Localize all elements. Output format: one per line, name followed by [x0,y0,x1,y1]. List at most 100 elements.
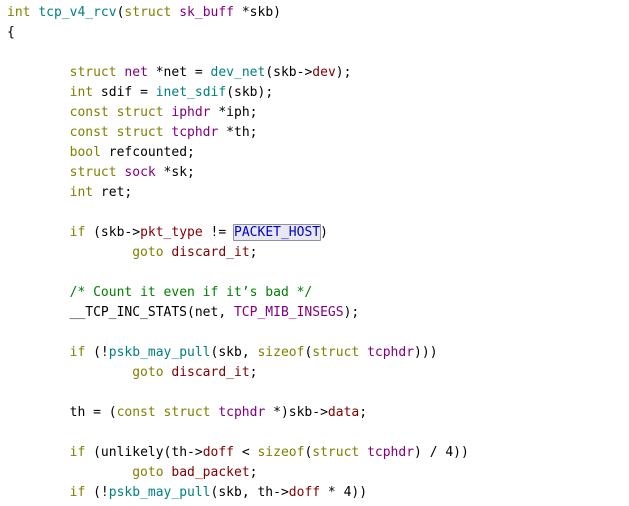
code-line[interactable]: const struct iphdr *iph; [7,103,469,123]
code-token-plain: (skb); [226,85,274,100]
code-token-plain: (skb, th-> [210,485,289,500]
code-token-member: pkt_type [140,225,203,240]
code-token-member: data [327,405,360,420]
code-token-plain: (skb-> [85,225,141,240]
code-token-plain: != [202,225,235,240]
code-viewer[interactable]: int tcp_v4_rcv(struct sk_buff *skb) { ​ st… [0,0,629,506]
code-token-function: pskb_may_pull [108,485,211,500]
code-line[interactable]: ​ [7,43,469,63]
code-token-label: discard_it [171,365,250,380]
code-token-keyword: int [69,185,94,200]
code-token-plain: *)skb-> [265,405,328,420]
code-token-keyword: sizeof [257,445,305,460]
code-token-plain: ; [249,245,258,260]
code-token-plain: *skb) [234,5,281,20]
code-token-type: sock [124,165,156,180]
code-token-plain: __TCP_INC_STATS(net, [7,305,234,320]
code-token-member: doff [288,485,321,500]
code-line[interactable]: if (skb->pkt_type != PACKET_HOST) [7,223,469,243]
code-token-type: iphdr [171,105,211,120]
code-token-member: dev [312,65,336,80]
code-line[interactable]: ​ [7,263,469,283]
code-token-plain: th = ( [7,405,117,420]
code-token-function: pskb_may_pull [108,345,211,360]
code-token-keyword: struct [69,65,117,80]
code-token-keyword: if [69,485,86,500]
code-token-plain: *th; [218,125,258,140]
code-line[interactable]: int sdif = inet_sdif(skb); [7,83,469,103]
code-token-plain: (unlikely(th-> [85,445,203,460]
code-token-plain: ))) [414,345,438,360]
code-line[interactable]: __TCP_INC_STATS(net, TCP_MIB_INSEGS); [7,303,469,323]
code-token-keyword: struct [312,345,360,360]
code-line[interactable]: goto bad_packet; [7,463,469,483]
code-token-keyword: goto [132,365,164,380]
code-token-keyword: const struct [69,105,164,120]
code-token-type: net [124,65,148,80]
code-token-function: dev_net [210,65,266,80]
code-token-keyword: const struct [69,125,164,140]
code-token-plain: ) [320,225,328,240]
code-token-plain: (skb-> [265,65,313,80]
code-line[interactable]: bool refcounted; [7,143,469,163]
code-line[interactable]: goto discard_it; [7,243,469,263]
code-token-plain: sdif = [93,85,156,100]
selected-token-highlight[interactable]: PACKET_HOST [233,224,322,241]
code-line[interactable]: if (!pskb_may_pull(skb, th->doff * 4)) [7,483,469,503]
code-line[interactable]: if (unlikely(th->doff < sizeof(struct tc… [7,443,469,463]
code-line[interactable]: goto discard_it; [7,363,469,383]
code-token-keyword: struct [312,445,360,460]
code-line[interactable]: ​ [7,423,469,443]
code-token-keyword: struct [69,165,117,180]
code-line[interactable]: if (!pskb_may_pull(skb, sizeof(struct tc… [7,343,469,363]
code-line[interactable]: { [7,23,469,43]
code-token-plain: *sk; [155,165,195,180]
code-token-type: tcphdr [367,445,415,460]
code-listing[interactable]: int tcp_v4_rcv(struct sk_buff *skb) { ​ st… [7,3,469,506]
code-token-function: inet_sdif [155,85,227,100]
code-token-plain: ; [249,365,258,380]
code-line[interactable]: ​ [7,383,469,403]
code-token-plain: ); [335,65,352,80]
code-line[interactable]: ​ [7,203,469,223]
code-token-plain: (! [85,485,109,500]
code-token-plain: { [7,25,15,40]
code-token-keyword: struct [124,5,172,20]
code-line[interactable]: int tcp_v4_rcv(struct sk_buff *skb) [7,3,469,23]
code-line[interactable]: th = (const struct tcphdr *)skb->data; [7,403,469,423]
code-line[interactable]: int ret; [7,183,469,203]
code-line[interactable]: const struct tcphdr *th; [7,123,469,143]
code-token-type: tcphdr [171,125,219,140]
code-token-type: tcphdr [218,405,266,420]
code-line[interactable]: struct net *net = dev_net(skb->dev); [7,63,469,83]
code-token-plain: * 4)) [320,485,368,500]
code-token-comment: /* Count it even if it’s bad */ [69,285,313,300]
code-line[interactable]: /* Count it even if it’s bad */ [7,283,469,303]
code-token-member: doff [202,445,234,460]
code-token-plain: ) / 4)) [414,445,469,460]
code-token-keyword: goto [132,465,164,480]
code-token-plain: *net = [147,65,211,80]
code-line[interactable]: struct sock *sk; [7,163,469,183]
code-token-plain: ; [249,465,258,480]
code-token-plain: (! [85,345,109,360]
code-token-keyword: int [69,85,94,100]
code-token-plain: ); [343,305,360,320]
code-token-label: bad_packet [171,465,250,480]
code-line[interactable]: ​ [7,323,469,343]
code-token-macro: TCP_MIB_INSEGS [233,305,344,320]
code-token-keyword: if [69,345,86,360]
